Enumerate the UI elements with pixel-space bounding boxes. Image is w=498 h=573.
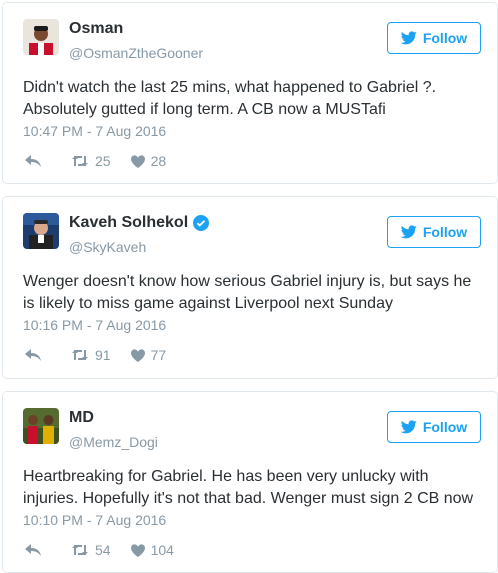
display-name[interactable]: Kaveh Solhekol [69, 214, 210, 232]
tweet-text: Didn't watch the last 25 mins, what happ… [23, 79, 437, 118]
heart-icon [130, 348, 145, 362]
like-button[interactable]: 77 [130, 347, 167, 363]
tweet-actions: 54 104 [25, 542, 174, 558]
reply-button[interactable] [25, 349, 41, 361]
twitter-bird-icon [400, 225, 417, 239]
tweet-text: Heartbreaking for Gabriel. He has been v… [23, 468, 474, 507]
follow-label: Follow [422, 419, 468, 435]
timestamp[interactable]: 10:16 PM - 7 Aug 2016 [23, 317, 166, 333]
like-count: 28 [150, 153, 167, 169]
reply-icon [25, 349, 41, 361]
retweet-icon [72, 545, 88, 555]
heart-icon [130, 154, 145, 168]
retweet-button[interactable]: 25 [71, 153, 111, 169]
avatar[interactable] [23, 213, 59, 249]
tweet-text: Wenger doesn't know how serious Gabriel … [23, 273, 472, 312]
display-name[interactable]: Osman [69, 20, 123, 38]
follow-label: Follow [422, 224, 468, 240]
twitter-bird-icon [400, 420, 417, 434]
retweet-icon [72, 156, 88, 166]
avatar[interactable] [23, 408, 59, 444]
like-button[interactable]: 104 [130, 542, 174, 558]
retweet-count: 91 [95, 347, 111, 363]
avatar[interactable] [23, 19, 59, 55]
reply-button[interactable] [25, 544, 41, 556]
reply-button[interactable] [25, 155, 41, 167]
twitter-bird-icon [400, 31, 417, 45]
reply-icon [25, 155, 41, 167]
like-count: 104 [150, 542, 174, 558]
like-count: 77 [150, 347, 167, 363]
display-name-text[interactable]: Osman [69, 20, 123, 38]
username[interactable]: @SkyKaveh [69, 239, 146, 255]
username[interactable]: @Memz_Dogi [69, 434, 158, 450]
tweet-card[interactable]: Kaveh Solhekol @SkyKaveh Follow Wenger d… [2, 196, 498, 379]
display-name-text[interactable]: Kaveh Solhekol [69, 214, 188, 232]
retweet-button[interactable]: 91 [71, 347, 111, 363]
tweet-card[interactable]: MD @Memz_Dogi Follow Heartbreaking for G… [2, 391, 498, 573]
verified-badge-icon [193, 215, 210, 231]
reply-icon [25, 544, 41, 556]
display-name-text[interactable]: MD [69, 409, 94, 427]
follow-button[interactable]: Follow [387, 22, 481, 54]
tweet-actions: 25 28 [25, 153, 166, 169]
heart-icon [130, 543, 145, 557]
tweet-card[interactable]: Osman @OsmanZtheGooner Follow Didn't wat… [2, 2, 498, 184]
timestamp[interactable]: 10:47 PM - 7 Aug 2016 [23, 123, 166, 139]
follow-button[interactable]: Follow [387, 411, 481, 443]
retweet-button[interactable]: 54 [71, 542, 111, 558]
username[interactable]: @OsmanZtheGooner [69, 45, 203, 61]
timestamp[interactable]: 10:10 PM - 7 Aug 2016 [23, 512, 166, 528]
tweet-actions: 91 77 [25, 347, 166, 363]
like-button[interactable]: 28 [130, 153, 167, 169]
retweet-count: 54 [95, 542, 111, 558]
display-name[interactable]: MD [69, 409, 94, 427]
follow-button[interactable]: Follow [387, 216, 481, 248]
retweet-count: 25 [95, 153, 111, 169]
follow-label: Follow [422, 30, 468, 46]
retweet-icon [72, 350, 88, 360]
